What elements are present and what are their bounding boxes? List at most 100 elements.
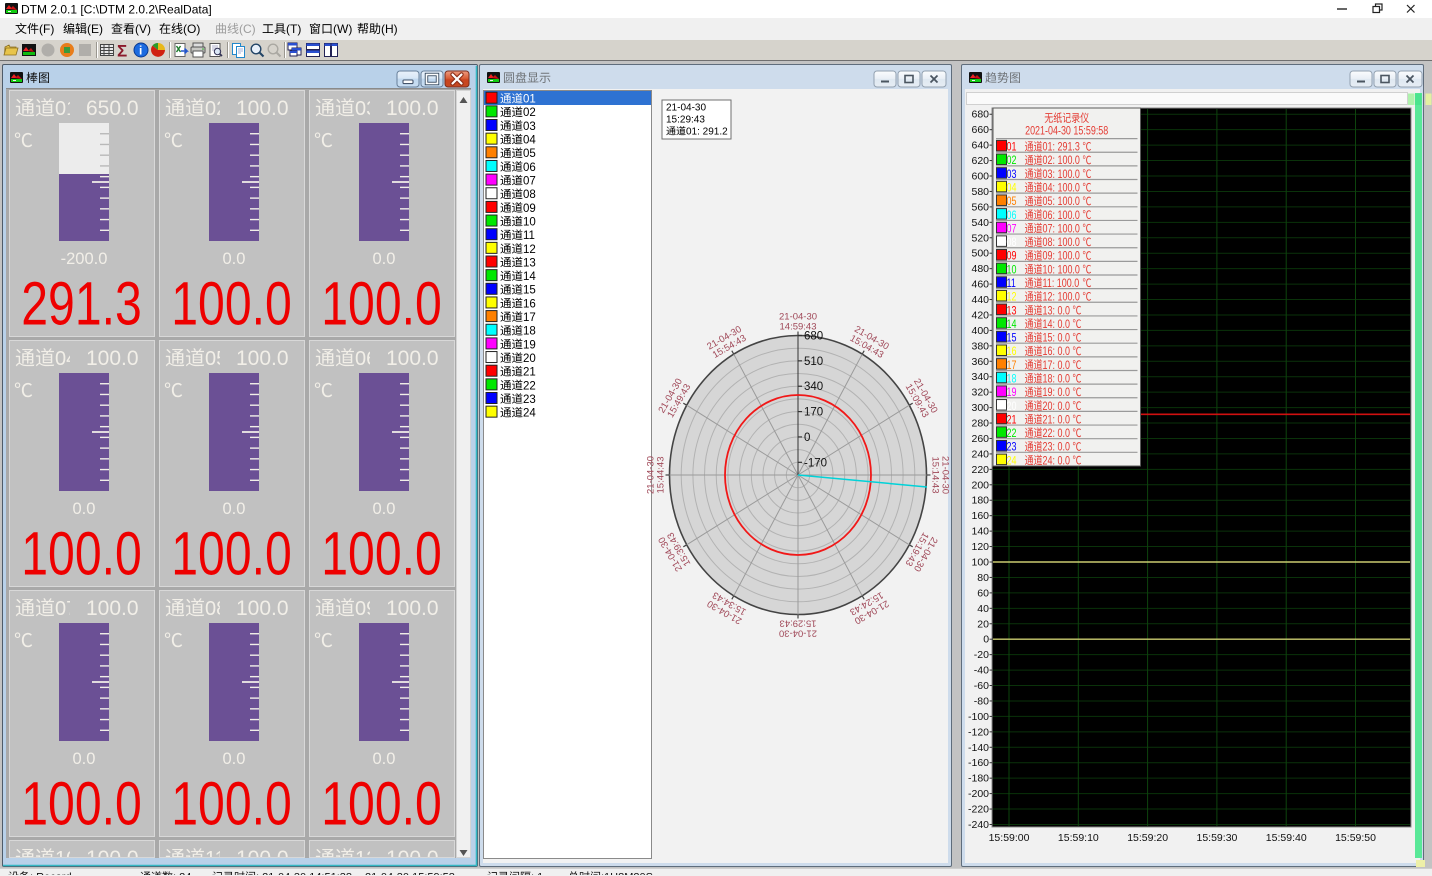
svg-text:10: 10	[523, 217, 536, 229]
svg-text:-200.0: -200.0	[61, 250, 108, 268]
svg-text:11: 11	[523, 230, 535, 242]
svg-text:300: 300	[972, 402, 990, 414]
svg-text:07: 07	[523, 176, 536, 188]
svg-text:-180: -180	[968, 773, 989, 785]
svg-text:0.0: 0.0	[223, 250, 246, 268]
svg-text:100: 100	[972, 557, 990, 569]
svg-text:13: 13	[523, 257, 536, 269]
svg-text:100.0: 100.0	[321, 519, 442, 588]
svg-text:24: 24	[523, 408, 536, 420]
svg-text:100.0: 100.0	[236, 97, 289, 120]
svg-text:12: 12	[523, 244, 536, 256]
svg-text:21-04-30: 21-04-30	[666, 103, 706, 114]
svg-text:0.0: 0.0	[73, 500, 96, 518]
svg-text::1H8M20S: :1H8M20S	[601, 872, 653, 876]
svg-text:: Record: : Record	[30, 872, 72, 876]
svg-text:04: 04	[523, 135, 536, 147]
svg-text:100.0: 100.0	[86, 847, 139, 870]
svg-text:(C): (C)	[239, 22, 256, 36]
svg-text:100.0: 100.0	[86, 597, 139, 620]
svg-text:2021-04-30 15:59:58: 2021-04-30 15:59:58	[1025, 126, 1108, 138]
svg-text:340: 340	[972, 371, 990, 383]
svg-text:17: 17	[523, 312, 536, 324]
svg-text:14:59:43: 14:59:43	[780, 322, 817, 333]
svg-text:21-04-30 15:59:58: 21-04-30 15:59:58	[365, 872, 455, 876]
svg-text:i: i	[139, 44, 142, 58]
svg-text:0.0: 0.0	[373, 500, 396, 518]
svg-text:640: 640	[972, 140, 990, 152]
svg-text:220: 220	[972, 464, 990, 476]
svg-text:510: 510	[804, 356, 823, 368]
svg-text:15:59:50: 15:59:50	[1335, 832, 1376, 844]
svg-text:140: 140	[972, 526, 990, 538]
svg-text:170: 170	[804, 407, 823, 419]
svg-text:02: 02	[523, 107, 536, 119]
svg-text:22: 22	[523, 380, 536, 392]
svg-text:20: 20	[977, 618, 989, 630]
svg-text:(V): (V)	[135, 22, 151, 36]
svg-text:40: 40	[977, 603, 989, 615]
svg-text:540: 540	[972, 217, 990, 229]
svg-text:04: 04	[55, 348, 77, 370]
svg-text:100.0: 100.0	[21, 519, 142, 588]
svg-text:09: 09	[355, 598, 377, 620]
svg-text:(O): (O)	[183, 22, 200, 36]
svg-text:-240: -240	[968, 819, 989, 831]
svg-text:14: 14	[523, 271, 536, 283]
svg-text:12: 12	[355, 848, 377, 870]
svg-text:01: 01	[55, 98, 77, 120]
svg-text:15:44:43: 15:44:43	[656, 457, 667, 494]
svg-text:0: 0	[804, 432, 810, 444]
svg-text:560: 560	[972, 201, 990, 213]
svg-text:100.0: 100.0	[321, 269, 442, 338]
svg-text:0.0: 0.0	[223, 500, 246, 518]
svg-text:23: 23	[523, 394, 536, 406]
svg-text:(T): (T)	[286, 22, 301, 36]
svg-text:19: 19	[523, 339, 536, 351]
svg-text:180: 180	[972, 495, 990, 507]
svg-text:02: 02	[205, 98, 227, 120]
svg-text:60: 60	[977, 587, 989, 599]
svg-text:03: 03	[355, 98, 377, 120]
svg-text:580: 580	[972, 186, 990, 198]
svg-text:0.0: 0.0	[373, 250, 396, 268]
svg-text:-170: -170	[804, 457, 827, 469]
svg-text:0.0: 0.0	[373, 750, 396, 768]
svg-text:160: 160	[972, 510, 990, 522]
svg-text:260: 260	[972, 433, 990, 445]
svg-text:100.0: 100.0	[171, 769, 292, 838]
svg-text:100.0: 100.0	[321, 769, 442, 838]
svg-text:06: 06	[355, 348, 377, 370]
svg-text:0.0: 0.0	[223, 750, 246, 768]
svg-text:100.0: 100.0	[386, 847, 439, 870]
svg-text:380: 380	[972, 340, 990, 352]
svg-text:100.0: 100.0	[171, 519, 292, 588]
svg-text:07: 07	[55, 598, 77, 620]
svg-text:24: 24	[1007, 455, 1017, 467]
svg-text:(W): (W)	[333, 22, 352, 36]
svg-text:: 1: : 1	[531, 872, 543, 876]
svg-text:-120: -120	[968, 726, 989, 738]
svg-text:15:14:43: 15:14:43	[930, 457, 941, 494]
svg-text:01: 291.2: 01: 291.2	[686, 127, 728, 138]
svg-text:05: 05	[523, 148, 536, 160]
svg-text:: 24: : 24	[173, 872, 191, 876]
svg-text:11: 11	[205, 848, 226, 870]
svg-text:09: 09	[523, 203, 536, 215]
svg-text:100.0: 100.0	[236, 597, 289, 620]
svg-text:100.0: 100.0	[21, 769, 142, 838]
svg-text:100.0: 100.0	[236, 347, 289, 370]
svg-text:460: 460	[972, 279, 990, 291]
svg-text:21: 21	[523, 367, 536, 379]
svg-text:80: 80	[977, 572, 989, 584]
svg-text:-140: -140	[968, 742, 989, 754]
svg-text:15:59:20: 15:59:20	[1127, 832, 1168, 844]
svg-text:650.0: 650.0	[86, 97, 139, 120]
svg-text:320: 320	[972, 387, 990, 399]
svg-text:120: 120	[972, 541, 990, 553]
svg-text:Σ: Σ	[117, 42, 127, 61]
svg-text:240: 240	[972, 448, 990, 460]
svg-text:0: 0	[983, 634, 989, 646]
svg-text:24: 0.0: 24: 0.0	[1043, 455, 1071, 467]
svg-text:-60: -60	[974, 680, 989, 692]
